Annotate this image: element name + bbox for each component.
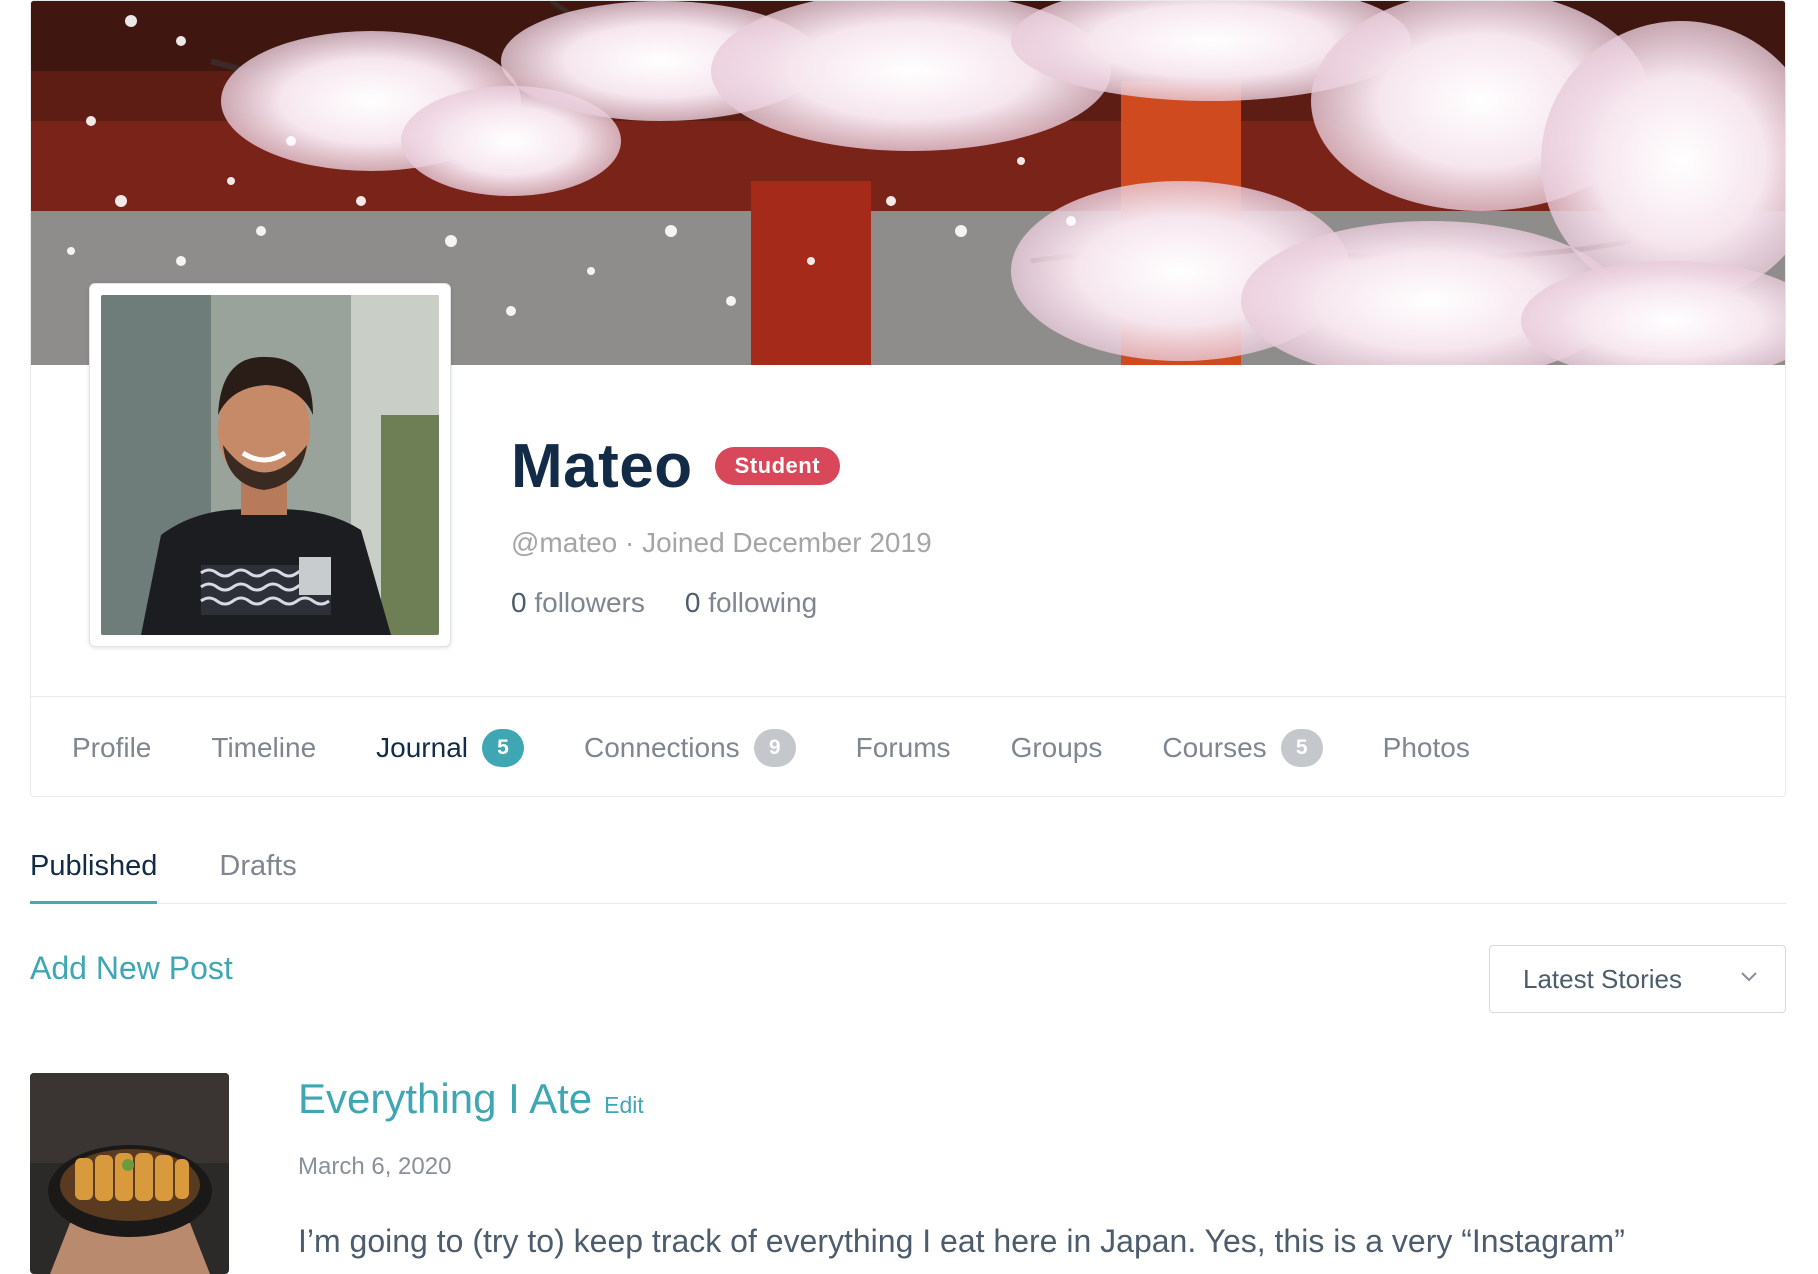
tab-connections[interactable]: Connections 9 (584, 697, 796, 796)
tab-label: Connections (584, 731, 740, 763)
chevron-down-icon (1741, 972, 1757, 982)
tab-label: Groups (1010, 731, 1103, 763)
courses-count-badge: 5 (1280, 728, 1323, 767)
profile-nav: Profile Timeline Journal 5 Connections 9… (31, 696, 1785, 796)
tab-label: Journal (376, 731, 468, 763)
following-link[interactable]: 0 following (685, 587, 817, 619)
post-header: Everything I Ate Edit (298, 1075, 644, 1123)
tab-courses[interactable]: Courses 5 (1162, 697, 1323, 796)
avatar[interactable] (89, 283, 451, 647)
followers-count: 0 (511, 587, 527, 618)
tab-journal[interactable]: Journal 5 (376, 697, 524, 796)
post-excerpt: I’m going to (try to) keep track of ever… (298, 1223, 1625, 1259)
post-title-link[interactable]: Everything I Ate (298, 1075, 592, 1123)
tab-label: Timeline (211, 731, 317, 763)
sort-selected-value: Latest Stories (1523, 963, 1682, 994)
journal-subtabs: Published Drafts (30, 830, 1786, 904)
avatar-photo (101, 295, 439, 635)
profile-card: Mateo Student @mateo · Joined December 2… (30, 0, 1786, 797)
subtab-drafts[interactable]: Drafts (219, 830, 296, 903)
tab-timeline[interactable]: Timeline (211, 697, 317, 796)
following-label: following (708, 587, 818, 618)
tab-groups[interactable]: Groups (1010, 697, 1103, 796)
subtab-published[interactable]: Published (30, 830, 158, 904)
follow-stats: 0 followers 0 following (511, 587, 932, 619)
tab-label: Courses (1162, 731, 1267, 763)
post-edit-link[interactable]: Edit (604, 1092, 644, 1119)
followers-link[interactable]: 0 followers (511, 587, 645, 619)
profile-identity: Mateo Student @mateo · Joined December 2… (511, 421, 932, 619)
post-thumbnail[interactable] (30, 1073, 229, 1274)
journal-count-badge: 5 (482, 728, 524, 767)
followers-label: followers (534, 587, 645, 618)
tab-profile[interactable]: Profile (72, 697, 152, 796)
tab-label: Profile (72, 731, 152, 763)
profile-name: Mateo (511, 431, 693, 501)
tab-photos[interactable]: Photos (1382, 697, 1470, 796)
add-new-post-link[interactable]: Add New Post (30, 950, 233, 987)
tab-label: Forums (855, 731, 951, 763)
connections-count-badge: 9 (753, 728, 796, 767)
role-badge: Student (714, 447, 841, 485)
post-date: March 6, 2020 (298, 1153, 452, 1180)
following-count: 0 (684, 587, 701, 618)
tab-forums[interactable]: Forums (855, 697, 951, 796)
sort-dropdown[interactable]: Latest Stories (1489, 945, 1786, 1013)
tab-label: Photos (1382, 731, 1470, 763)
profile-meta: @mateo · Joined December 2019 (511, 527, 932, 558)
